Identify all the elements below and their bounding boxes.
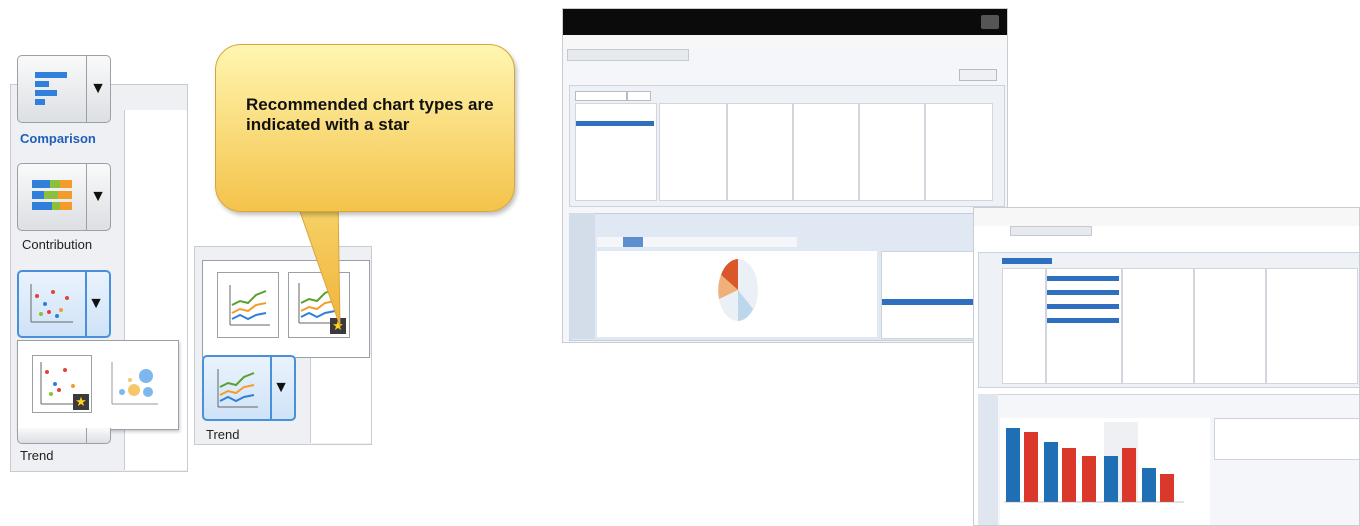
- trend-label-left: Trend: [20, 448, 54, 463]
- app-header-bar: [563, 9, 1007, 35]
- facet-column: [659, 103, 727, 201]
- comparison-button[interactable]: ▼: [17, 55, 111, 123]
- callout-text: Recommended chart types are indicated wi…: [246, 95, 494, 134]
- app-go-button[interactable]: [959, 69, 997, 81]
- correlation-button[interactable]: ▼: [17, 270, 111, 338]
- stacked-bar-chart-icon: [32, 180, 72, 210]
- bubble-chart-icon: [111, 362, 158, 405]
- correlation-main[interactable]: [19, 272, 87, 336]
- facet-selected-row[interactable]: [1047, 318, 1119, 323]
- line-chart-icon: [217, 369, 258, 408]
- app-screenshot-bottom: [973, 207, 1360, 526]
- facet-column: [793, 103, 859, 201]
- contribution-label: Contribution: [22, 237, 93, 252]
- bar-chart-icon: [35, 72, 67, 105]
- app-menu-bar: [563, 35, 1007, 49]
- comparison-main[interactable]: [18, 56, 87, 122]
- contribution-button[interactable]: ▼: [17, 163, 111, 231]
- facet-column: [925, 103, 993, 201]
- app-tab[interactable]: [567, 49, 689, 61]
- callout-box: Recommended chart types are indicated wi…: [215, 44, 515, 212]
- app-toolbar: [563, 63, 1007, 77]
- chart-side-toolbar: [978, 394, 998, 525]
- recommended-star-icon: ★: [73, 394, 89, 410]
- trend-button[interactable]: ▼: [202, 355, 296, 421]
- facet-column: [1046, 268, 1122, 384]
- facet-column: [1266, 268, 1358, 384]
- line-chart-icon: [229, 285, 270, 326]
- trend-dropdown-arrow[interactable]: ▼: [268, 357, 294, 419]
- trend-button-left[interactable]: [17, 428, 111, 444]
- chart-side-toolbar: [569, 213, 595, 339]
- facet-selected-row[interactable]: [1047, 276, 1119, 281]
- app-screenshot-top: [562, 8, 1008, 343]
- facet-search-input[interactable]: [575, 91, 627, 101]
- correlation-dropdown-arrow[interactable]: ▼: [83, 272, 109, 336]
- trend-panel-content: [310, 355, 371, 443]
- facet-selected-row[interactable]: [1047, 290, 1119, 295]
- contribution-main[interactable]: [18, 164, 87, 230]
- app-logo: [981, 15, 999, 29]
- facet-header-selected[interactable]: [1002, 258, 1052, 264]
- contribution-dropdown-arrow[interactable]: ▼: [86, 164, 110, 230]
- pie-chart: [718, 259, 758, 321]
- trend-main-left[interactable]: [18, 428, 87, 443]
- chart-data-table: [1214, 418, 1359, 460]
- comparison-dropdown-arrow[interactable]: ▼: [86, 56, 110, 122]
- line-option[interactable]: [217, 272, 279, 338]
- trend-label: Trend: [206, 427, 240, 442]
- facet-column: [1122, 268, 1194, 384]
- app-tab[interactable]: [1010, 226, 1092, 236]
- bubble-option[interactable]: [106, 358, 162, 410]
- trend-main[interactable]: [204, 357, 272, 419]
- comparison-label: Comparison: [20, 131, 96, 146]
- callout-pointer: [295, 200, 341, 327]
- chart-tab-active[interactable]: [623, 237, 643, 247]
- scatter-chart-icon: [30, 284, 73, 323]
- scatter-option[interactable]: ★: [32, 355, 92, 413]
- facet-column: [575, 103, 657, 201]
- facet-column: [1194, 268, 1266, 384]
- facet-column: [1002, 268, 1046, 384]
- facet-column: [859, 103, 925, 201]
- app-top-links: [974, 208, 1359, 226]
- facet-search-button[interactable]: [627, 91, 651, 101]
- facet-column: [727, 103, 793, 201]
- facet-selected-row[interactable]: [1047, 304, 1119, 309]
- facet-selected-row[interactable]: [576, 121, 654, 126]
- bar-chart: [1004, 422, 1184, 503]
